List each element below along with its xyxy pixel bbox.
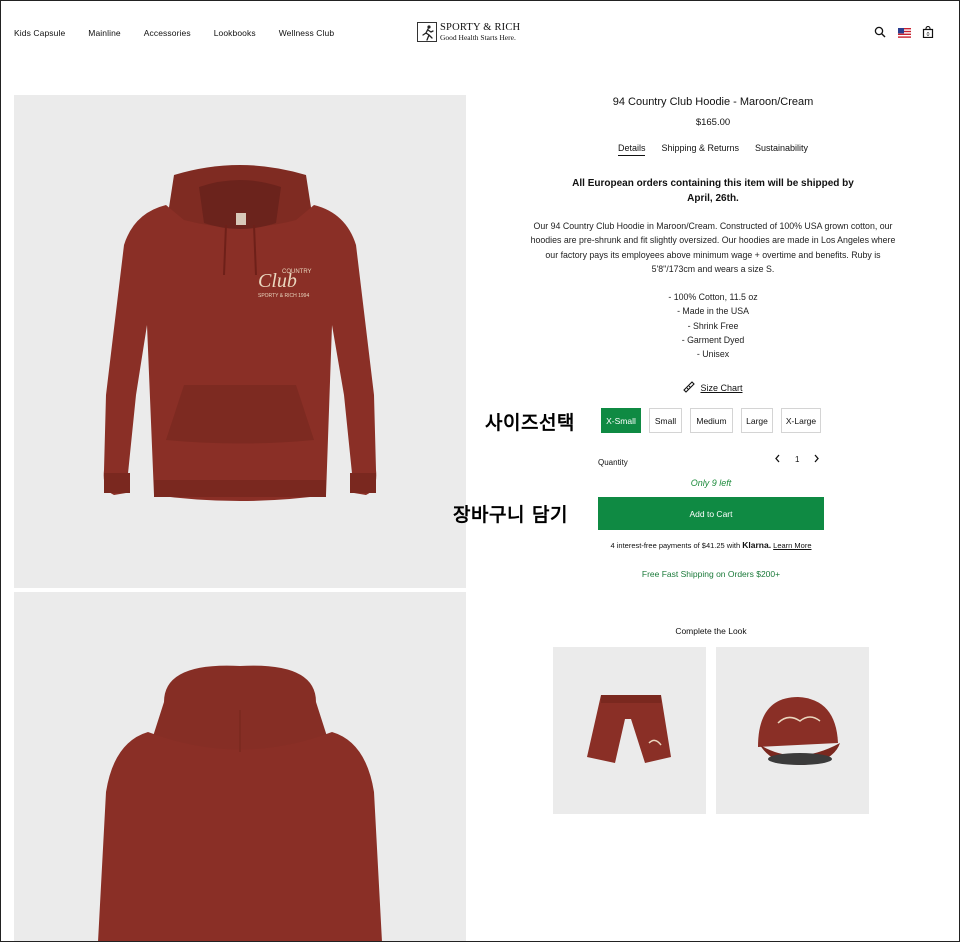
ruler-icon: [683, 380, 696, 395]
klarna-logo: Klarna.: [742, 540, 772, 550]
size-selector: X-Small Small Medium Large X-Large: [601, 408, 821, 433]
product-title: 94 Country Club Hoodie - Maroon/Cream: [612, 96, 814, 108]
size-option-x-small[interactable]: X-Small: [601, 408, 641, 433]
nav-wellness-club[interactable]: Wellness Club: [279, 28, 334, 38]
cap-illustration: [758, 697, 840, 765]
product-description: Our 94 Country Club Hoodie in Maroon/Cre…: [530, 221, 896, 274]
nav-lookbooks[interactable]: Lookbooks: [214, 28, 256, 38]
hoodie-front-illustration: COUNTRY Club SPORTY & RICH 1994: [103, 165, 377, 501]
product-tabs: Details Shipping & Returns Sustainabilit…: [466, 143, 960, 156]
size-option-x-large[interactable]: X-Large: [781, 408, 821, 433]
product-image-front[interactable]: COUNTRY Club SPORTY & RICH 1994: [14, 95, 466, 588]
add-to-cart-button[interactable]: Add to Cart: [598, 497, 824, 530]
tab-details[interactable]: Details: [617, 143, 646, 156]
klarna-message: 4 interest-free payments of $41.25 with …: [560, 540, 862, 550]
product-info: 94 Country Club Hoodie - Maroon/Cream $1…: [466, 0, 960, 942]
nav-accessories[interactable]: Accessories: [144, 28, 191, 38]
annotation-size-select: 사이즈선택: [485, 412, 575, 434]
chevron-left-icon[interactable]: [774, 454, 781, 465]
stock-status: Only 9 left: [690, 478, 732, 488]
chevron-right-icon[interactable]: [813, 454, 820, 465]
main-nav: Kids Capsule Mainline Accessories Lookbo…: [14, 28, 357, 38]
free-shipping-banner: Free Fast Shipping on Orders $200+: [641, 569, 781, 579]
look-item-cap[interactable]: [716, 647, 869, 814]
tab-sustainability[interactable]: Sustainability: [755, 143, 808, 156]
shipping-notice: All European orders containing this item…: [466, 176, 960, 206]
klarna-learn-more-link[interactable]: Learn More: [773, 541, 811, 550]
quantity-label: Quantity: [598, 458, 628, 467]
feature-item: - Unisex: [696, 349, 730, 360]
klarna-prefix: 4 interest-free payments of $41.25 with: [610, 541, 741, 550]
size-chart-label: Size Chart: [700, 382, 743, 393]
feature-item: - 100% Cotton, 11.5 oz: [668, 292, 758, 302]
complete-the-look-title: Complete the Look: [675, 626, 747, 636]
quantity-stepper: 1: [774, 454, 820, 465]
notice-line-1: All European orders containing this item…: [572, 178, 854, 189]
product-image-back[interactable]: [14, 592, 466, 942]
tab-shipping-returns[interactable]: Shipping & Returns: [661, 143, 739, 156]
feature-item: - Garment Dyed: [681, 334, 745, 345]
shorts-illustration: [587, 695, 671, 763]
print-brand-text: SPORTY & RICH 1994: [258, 293, 309, 299]
look-item-shorts[interactable]: [553, 647, 706, 814]
size-chart-link[interactable]: Size Chart: [466, 380, 960, 395]
nav-mainline[interactable]: Mainline: [88, 28, 120, 38]
product-features: - 100% Cotton, 11.5 oz - Made in the USA…: [466, 290, 960, 361]
runner-logo-icon: [417, 22, 437, 42]
nav-kids-capsule[interactable]: Kids Capsule: [14, 28, 65, 38]
print-club-text: Club: [258, 270, 297, 292]
size-option-medium[interactable]: Medium: [690, 408, 733, 433]
notice-line-2: April, 26th.: [687, 193, 739, 204]
size-option-small[interactable]: Small: [649, 408, 682, 433]
feature-item: - Shrink Free: [687, 320, 739, 331]
product-price: $165.00: [695, 117, 731, 128]
feature-item: - Made in the USA: [677, 306, 749, 317]
quantity-value[interactable]: 1: [795, 455, 799, 464]
annotation-add-to-cart: 장바구니 담기: [453, 504, 568, 526]
size-option-large[interactable]: Large: [741, 408, 773, 433]
hoodie-back-illustration: [98, 665, 382, 942]
